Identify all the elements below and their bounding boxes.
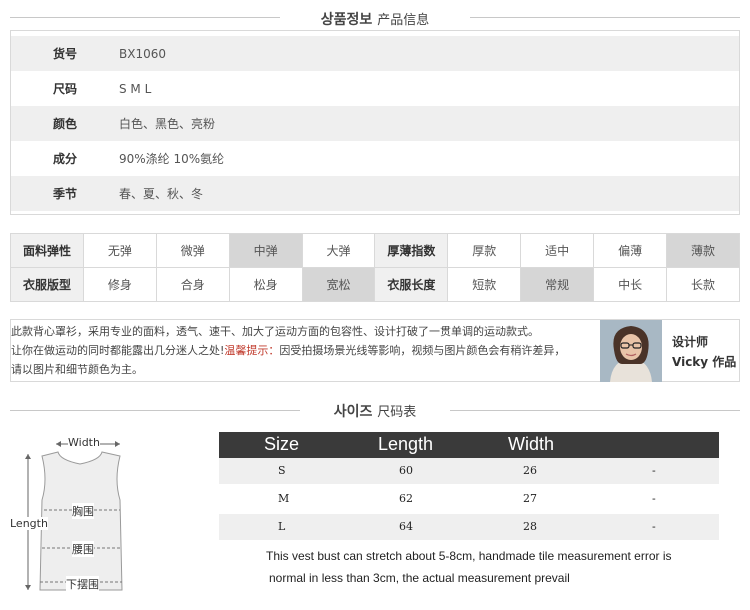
info-value: S M L: [119, 81, 152, 96]
attr-option: 厚款: [447, 233, 522, 268]
width-column-header: Width: [508, 434, 555, 454]
info-value: 白色、黑色、亮粉: [119, 117, 216, 131]
extra-cell: -: [652, 492, 656, 505]
attr-option: 合身: [155, 267, 230, 302]
size-table-row: L 64 28 -: [219, 514, 719, 540]
diagram-length-label: Length: [10, 517, 48, 530]
info-row-color: 颜色 白色、黑色、亮粉: [11, 106, 739, 141]
info-value: BX1060: [119, 46, 166, 61]
info-row-sku: 货号 BX1060: [11, 36, 739, 71]
info-row-size: 尺码 S M L: [11, 71, 739, 106]
info-row-season: 季节 春、夏、秋、冬: [11, 176, 739, 211]
note-line: normal in less than 3cm, the actual meas…: [269, 571, 570, 585]
size-cell: L: [278, 520, 286, 533]
designer-name: Vicky 作品: [672, 355, 737, 369]
length-column-header: Length: [378, 434, 434, 454]
extra-cell: -: [652, 464, 656, 477]
attr-option-selected: 常规: [520, 267, 595, 302]
width-cell: 26: [523, 464, 537, 477]
length-cell: 64: [399, 520, 413, 533]
size-title-zh: 尺码表: [377, 405, 417, 420]
info-value: 90%涤纶 10%氨纶: [119, 152, 225, 166]
designer-credit: 设计师 Vicky 作品: [672, 332, 736, 372]
size-cell: M: [278, 492, 290, 505]
size-column-header: Size: [264, 434, 300, 454]
info-row-material: 成分 90%涤纶 10%氨纶: [11, 141, 739, 176]
attr-option: 大弹: [301, 233, 376, 268]
attribute-grid: 面料弹性 无弹 微弹 中弹 大弹 厚薄指数 厚款 适中 偏薄 薄款 衣服版型 修…: [10, 233, 740, 302]
info-label: 季节: [53, 187, 78, 201]
diagram-chest-label: 胸围: [72, 503, 94, 519]
description-text-segment: 因受拍摄场景光线等影响，视频与图片颜色会有稍许差异，: [279, 344, 566, 357]
attr-option: 松身: [228, 267, 303, 302]
description-text: 此款背心罩衫，采用专业的面料，透气、速干、加大了运动方面的包容性、设计打破了一贯…: [11, 322, 601, 379]
attr-label-length: 衣服长度: [374, 267, 449, 302]
designer-photo: [600, 320, 662, 382]
product-info-table: 货号 BX1060 尺码 S M L 颜色 白色、黑色、亮粉 成分 90%涤纶 …: [10, 30, 740, 215]
info-label: 货号: [53, 47, 78, 61]
diagram-hem-label: 下摆围: [66, 576, 99, 592]
diagram-waist-label: 腰围: [72, 541, 94, 557]
attr-label-thickness: 厚薄指数: [374, 233, 449, 268]
attr-option: 适中: [520, 233, 595, 268]
designer-avatar: [600, 320, 662, 382]
description-line: 此款背心罩衫，采用专业的面料，透气、速干、加大了运动方面的包容性、设计打破了一贯…: [11, 325, 539, 338]
info-title-zh: 产品信息: [377, 13, 430, 28]
attr-option-selected: 宽松: [301, 267, 376, 302]
info-section-title: 상품정보 产品信息: [0, 9, 750, 29]
description-box: 此款背心罩衫，采用专业的面料，透气、速干、加大了运动方面的包容性、设计打破了一贯…: [10, 319, 740, 382]
info-label: 成分: [53, 152, 78, 166]
width-cell: 27: [523, 492, 537, 505]
attr-option: 微弹: [155, 233, 230, 268]
info-label: 尺码: [53, 82, 78, 96]
attr-option: 长款: [666, 267, 740, 302]
size-table-row: M 62 27 -: [219, 486, 719, 512]
garment-diagram: Width Length 胸围 腰围 下摆围: [10, 430, 160, 600]
attribute-row: 面料弹性 无弹 微弹 中弹 大弹 厚薄指数 厚款 适中 偏薄 薄款: [10, 233, 740, 268]
attr-label-fit: 衣服版型: [10, 267, 84, 302]
attribute-row: 衣服版型 修身 合身 松身 宽松 衣服长度 短款 常规 中长 长款: [10, 267, 740, 302]
attr-label-elasticity: 面料弹性: [10, 233, 84, 268]
designer-title: 设计师: [672, 335, 709, 349]
attr-option: 无弹: [82, 233, 157, 268]
diagram-width-label: Width: [68, 436, 100, 449]
attr-option-selected: 薄款: [666, 233, 740, 268]
attr-option: 短款: [447, 267, 522, 302]
size-cell: S: [278, 464, 286, 477]
info-value: 春、夏、秋、冬: [119, 187, 204, 201]
length-cell: 62: [399, 492, 413, 505]
description-line: 请以图片和细节颜色为主。: [11, 363, 143, 376]
size-table-header: Size Length Width: [219, 432, 719, 458]
description-line: 让你在做运动的同时都能露出几分迷人之处!温馨提示：因受拍摄场景光线等影响，视频与…: [11, 341, 601, 360]
attr-option-selected: 中弹: [228, 233, 303, 268]
note-line: This vest bust can stretch about 5-8cm, …: [266, 549, 672, 563]
attr-option: 修身: [82, 267, 157, 302]
info-label: 颜色: [53, 117, 78, 131]
size-title-ko: 사이즈: [333, 404, 373, 420]
attr-option: 中长: [593, 267, 668, 302]
info-title-ko: 상품정보: [320, 12, 373, 28]
measurement-note: This vest bust can stretch about 5-8cm, …: [266, 545, 736, 589]
extra-cell: -: [652, 520, 656, 533]
size-table-row: S 60 26 -: [219, 458, 719, 484]
size-section-title: 사이즈 尺码表: [0, 401, 750, 421]
width-cell: 28: [523, 520, 537, 533]
length-cell: 60: [399, 464, 413, 477]
attr-option: 偏薄: [593, 233, 668, 268]
warm-tip-label: 温馨提示：: [224, 344, 280, 357]
description-text-segment: 让你在做运动的同时都能露出几分迷人之处!: [11, 344, 225, 357]
